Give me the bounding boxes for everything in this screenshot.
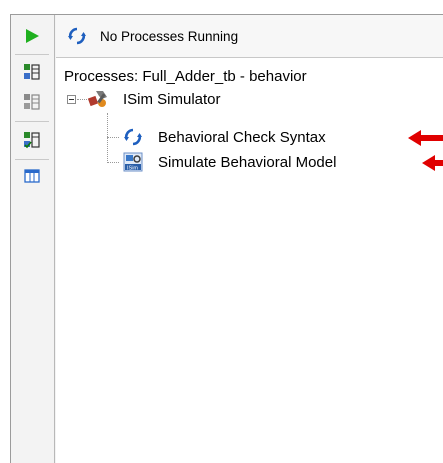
tree-node-label: ISim Simulator (123, 90, 221, 108)
processes-panel: Processes: Full_Adder_tb - behavior ISim… (56, 58, 443, 463)
toolbar-separator (15, 121, 49, 122)
toolbar-separator (15, 54, 49, 55)
tree-node-label: Simulate Behavioral Model (158, 153, 337, 171)
tree-node-behavioral-check-syntax[interactable]: Behavioral Check Syntax (122, 126, 326, 148)
tree-connector (77, 99, 87, 100)
tree-node-label: Behavioral Check Syntax (158, 128, 326, 146)
panel-title: Processes: Full_Adder_tb - behavior (64, 68, 307, 85)
run-play-icon[interactable] (21, 25, 43, 47)
tree-node-isim-simulator[interactable]: ISim Simulator (87, 88, 221, 110)
processes-window: No Processes Running Processes: Full_Add… (10, 14, 443, 463)
isim-simulator-icon (87, 88, 109, 110)
rerun-all-icon[interactable] (21, 129, 43, 151)
rerun-icon[interactable] (21, 91, 43, 113)
isim-icon: ISim (122, 151, 144, 173)
tree-connector (107, 137, 119, 138)
panel-view-icon[interactable] (21, 165, 43, 187)
refresh-icon (122, 126, 144, 148)
tree-connector (107, 113, 108, 163)
refresh-icon (66, 25, 88, 47)
process-toolbar (11, 15, 55, 463)
svg-text:ISim: ISim (127, 166, 138, 172)
red-arrow-annotation (408, 130, 443, 146)
tree-node-simulate-behavioral-model[interactable]: ISim Simulate Behavioral Model (122, 151, 336, 173)
red-arrow-annotation (422, 155, 443, 171)
process-status-bar: No Processes Running (56, 15, 443, 58)
toolbar-separator (15, 159, 49, 160)
tree-connector (107, 162, 119, 163)
implement-top-module-icon[interactable] (21, 61, 43, 83)
tree-collapse-toggle[interactable] (67, 95, 76, 104)
process-status-text: No Processes Running (100, 28, 239, 44)
